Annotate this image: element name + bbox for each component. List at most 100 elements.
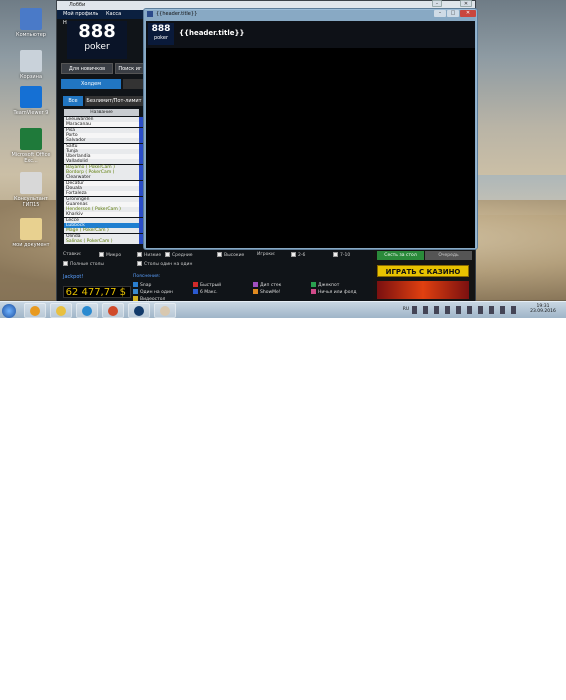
jackpot-value: 62 477,77 $ — [63, 286, 131, 298]
desktop-shortcut[interactable]: Компьютер — [8, 8, 54, 38]
players-7-10-label: 7-10 — [340, 253, 351, 258]
sit-button[interactable]: Сесть за стол — [377, 251, 424, 260]
legend-swatch-icon — [311, 289, 316, 294]
desktop-shortcut-label: Microsoft Office Exc... — [11, 152, 51, 164]
desktop-shortcut[interactable]: Корзина — [8, 50, 54, 80]
table-row[interactable]: Pisa — [64, 127, 139, 133]
tab-holdem[interactable]: Холдем — [61, 79, 121, 89]
desktop-shortcut[interactable]: мои документ — [8, 218, 54, 248]
stake-high[interactable]: Высокие — [217, 252, 244, 258]
poker-icon[interactable] — [128, 303, 150, 318]
lobby-title: Лобби — [69, 2, 86, 8]
legend-label: 6 Макс. — [200, 290, 218, 295]
legend-swatch-icon — [133, 282, 138, 287]
checkbox-icon — [99, 252, 104, 257]
players-2-6[interactable]: 2-6 — [291, 252, 305, 258]
lobby-close-button[interactable]: ✕ — [460, 0, 472, 7]
legend-swatch-icon — [133, 289, 138, 294]
tab-other-games[interactable] — [123, 79, 145, 89]
minimize-button[interactable]: – — [434, 10, 446, 17]
paint-icon[interactable] — [154, 303, 176, 318]
legend-label: Быстрый — [200, 283, 222, 288]
table-window-header-title: {{header.title}} — [179, 29, 245, 37]
one-on-one-label: Столы один на один — [144, 262, 193, 267]
clock-date: 23.09.2016 — [530, 309, 556, 314]
stake-mid[interactable]: Средние — [165, 252, 193, 258]
filter-tab-nolimit[interactable]: Безлимит/Пот-лимит — [85, 96, 143, 106]
app-glyph — [160, 306, 170, 316]
waitlist-button[interactable]: Очередь — [425, 251, 472, 260]
stake-micro[interactable]: Микро — [99, 252, 121, 258]
legend-item: Ничья или фолд — [311, 289, 357, 295]
filter-tab-all[interactable]: Все — [63, 96, 83, 106]
tab-search[interactable]: Поиск иг — [115, 63, 145, 74]
excel-icon — [20, 128, 42, 150]
legend-swatch-icon — [311, 282, 316, 287]
checkbox-icon — [63, 261, 68, 266]
one-on-one-checkbox[interactable]: Столы один на один — [137, 261, 192, 267]
table-row[interactable]: Olinda — [64, 233, 139, 239]
table-row[interactable]: Clearwater — [64, 175, 139, 181]
logo-word: poker — [153, 35, 169, 41]
desktop-shortcut-label: Корзина — [19, 74, 43, 80]
legend-swatch-icon — [193, 289, 198, 294]
promo-panel: Сесть за стол Очередь ИГРАТЬ С КАЗИНО — [373, 249, 475, 303]
windows-start-icon[interactable] — [2, 304, 16, 318]
legend-swatch-icon — [253, 289, 258, 294]
desktop-shortcut[interactable]: TeamViewer 9 — [8, 86, 54, 116]
legend-label: Дип стек — [260, 283, 282, 288]
legend-title: Пояснения: — [133, 274, 161, 279]
logo-word: poker — [84, 42, 110, 52]
app-glyph — [134, 306, 144, 316]
computer-icon — [20, 8, 42, 30]
legend-swatch-icon — [193, 282, 198, 287]
close-button[interactable]: ✕ — [460, 10, 476, 17]
table-row[interactable]: Decatur — [64, 180, 139, 186]
media-player-icon[interactable] — [24, 303, 46, 318]
stake-low[interactable]: Низкие — [137, 252, 161, 258]
table-row[interactable]: Saltu — [64, 143, 139, 149]
stakes-label: Ставки: — [63, 252, 82, 257]
stake-high-label: Высокие — [224, 253, 245, 258]
clock[interactable]: 19:31 23.09.2016 — [528, 304, 558, 314]
players-7-10[interactable]: 7-10 — [333, 252, 350, 258]
legend-item: 6 Макс. — [193, 289, 218, 295]
legend-swatch-icon — [253, 282, 258, 287]
table-row[interactable]: Bayamo ( PokerCam ) — [64, 164, 139, 170]
ie-icon[interactable] — [76, 303, 98, 318]
desktop-shortcut-label: мои документ — [12, 242, 50, 248]
desktop-shortcut[interactable]: Консультант ГИП15 — [8, 172, 54, 208]
table-row[interactable]: Kharkiv — [64, 212, 139, 218]
table-row[interactable]: Salvador — [64, 138, 139, 144]
desktop-shortcut-label: Компьютер — [16, 32, 46, 38]
table-row[interactable]: Lecce — [64, 217, 139, 223]
table-header-name[interactable]: Название — [64, 109, 139, 116]
tab-beginners[interactable]: Для новичков — [61, 63, 113, 74]
table-row[interactable]: Groningen — [64, 196, 139, 202]
stake-micro-label: Микро — [106, 253, 122, 258]
language-indicator[interactable]: RU — [402, 307, 410, 312]
jackpot-label: Jackpot! — [63, 274, 84, 280]
desktop: Компьютер Корзина TeamViewer 9 Microsoft Of… — [0, 0, 566, 318]
chrome-icon[interactable] — [102, 303, 124, 318]
maximize-button[interactable]: □ — [447, 10, 459, 17]
explorer-icon[interactable] — [50, 303, 72, 318]
app-glyph — [108, 306, 118, 316]
full-tables-checkbox[interactable]: Полные столы — [63, 261, 104, 267]
desktop-shortcut-label: TeamViewer 9 — [13, 110, 49, 116]
table-row[interactable]: Salinas ( PokerCam ) — [64, 238, 139, 244]
brand-logo-small: 888 poker — [148, 23, 174, 45]
taskbar: RU 19:31 23.09.2016 — [0, 301, 566, 318]
table-row[interactable]: Valladolid — [64, 159, 139, 165]
legend-label: Snap — [140, 283, 152, 288]
system-tray-icons[interactable] — [412, 306, 522, 314]
table-row[interactable]: Fortaleza — [64, 191, 139, 197]
desktop-shortcut[interactable]: Microsoft Office Exc... — [8, 128, 54, 164]
casino-banner[interactable]: ИГРАТЬ С КАЗИНО — [377, 265, 469, 277]
table-row[interactable]: Maracanau — [64, 122, 139, 128]
table-row[interactable]: Mage ( PokerCam ) — [64, 228, 139, 234]
lobby-minimize-button[interactable]: – — [432, 0, 442, 7]
menu-item-profile[interactable]: Мой профиль — [63, 11, 98, 17]
casino-promo-image[interactable] — [377, 281, 469, 299]
menu-item-cashier[interactable]: Касса — [106, 11, 121, 17]
